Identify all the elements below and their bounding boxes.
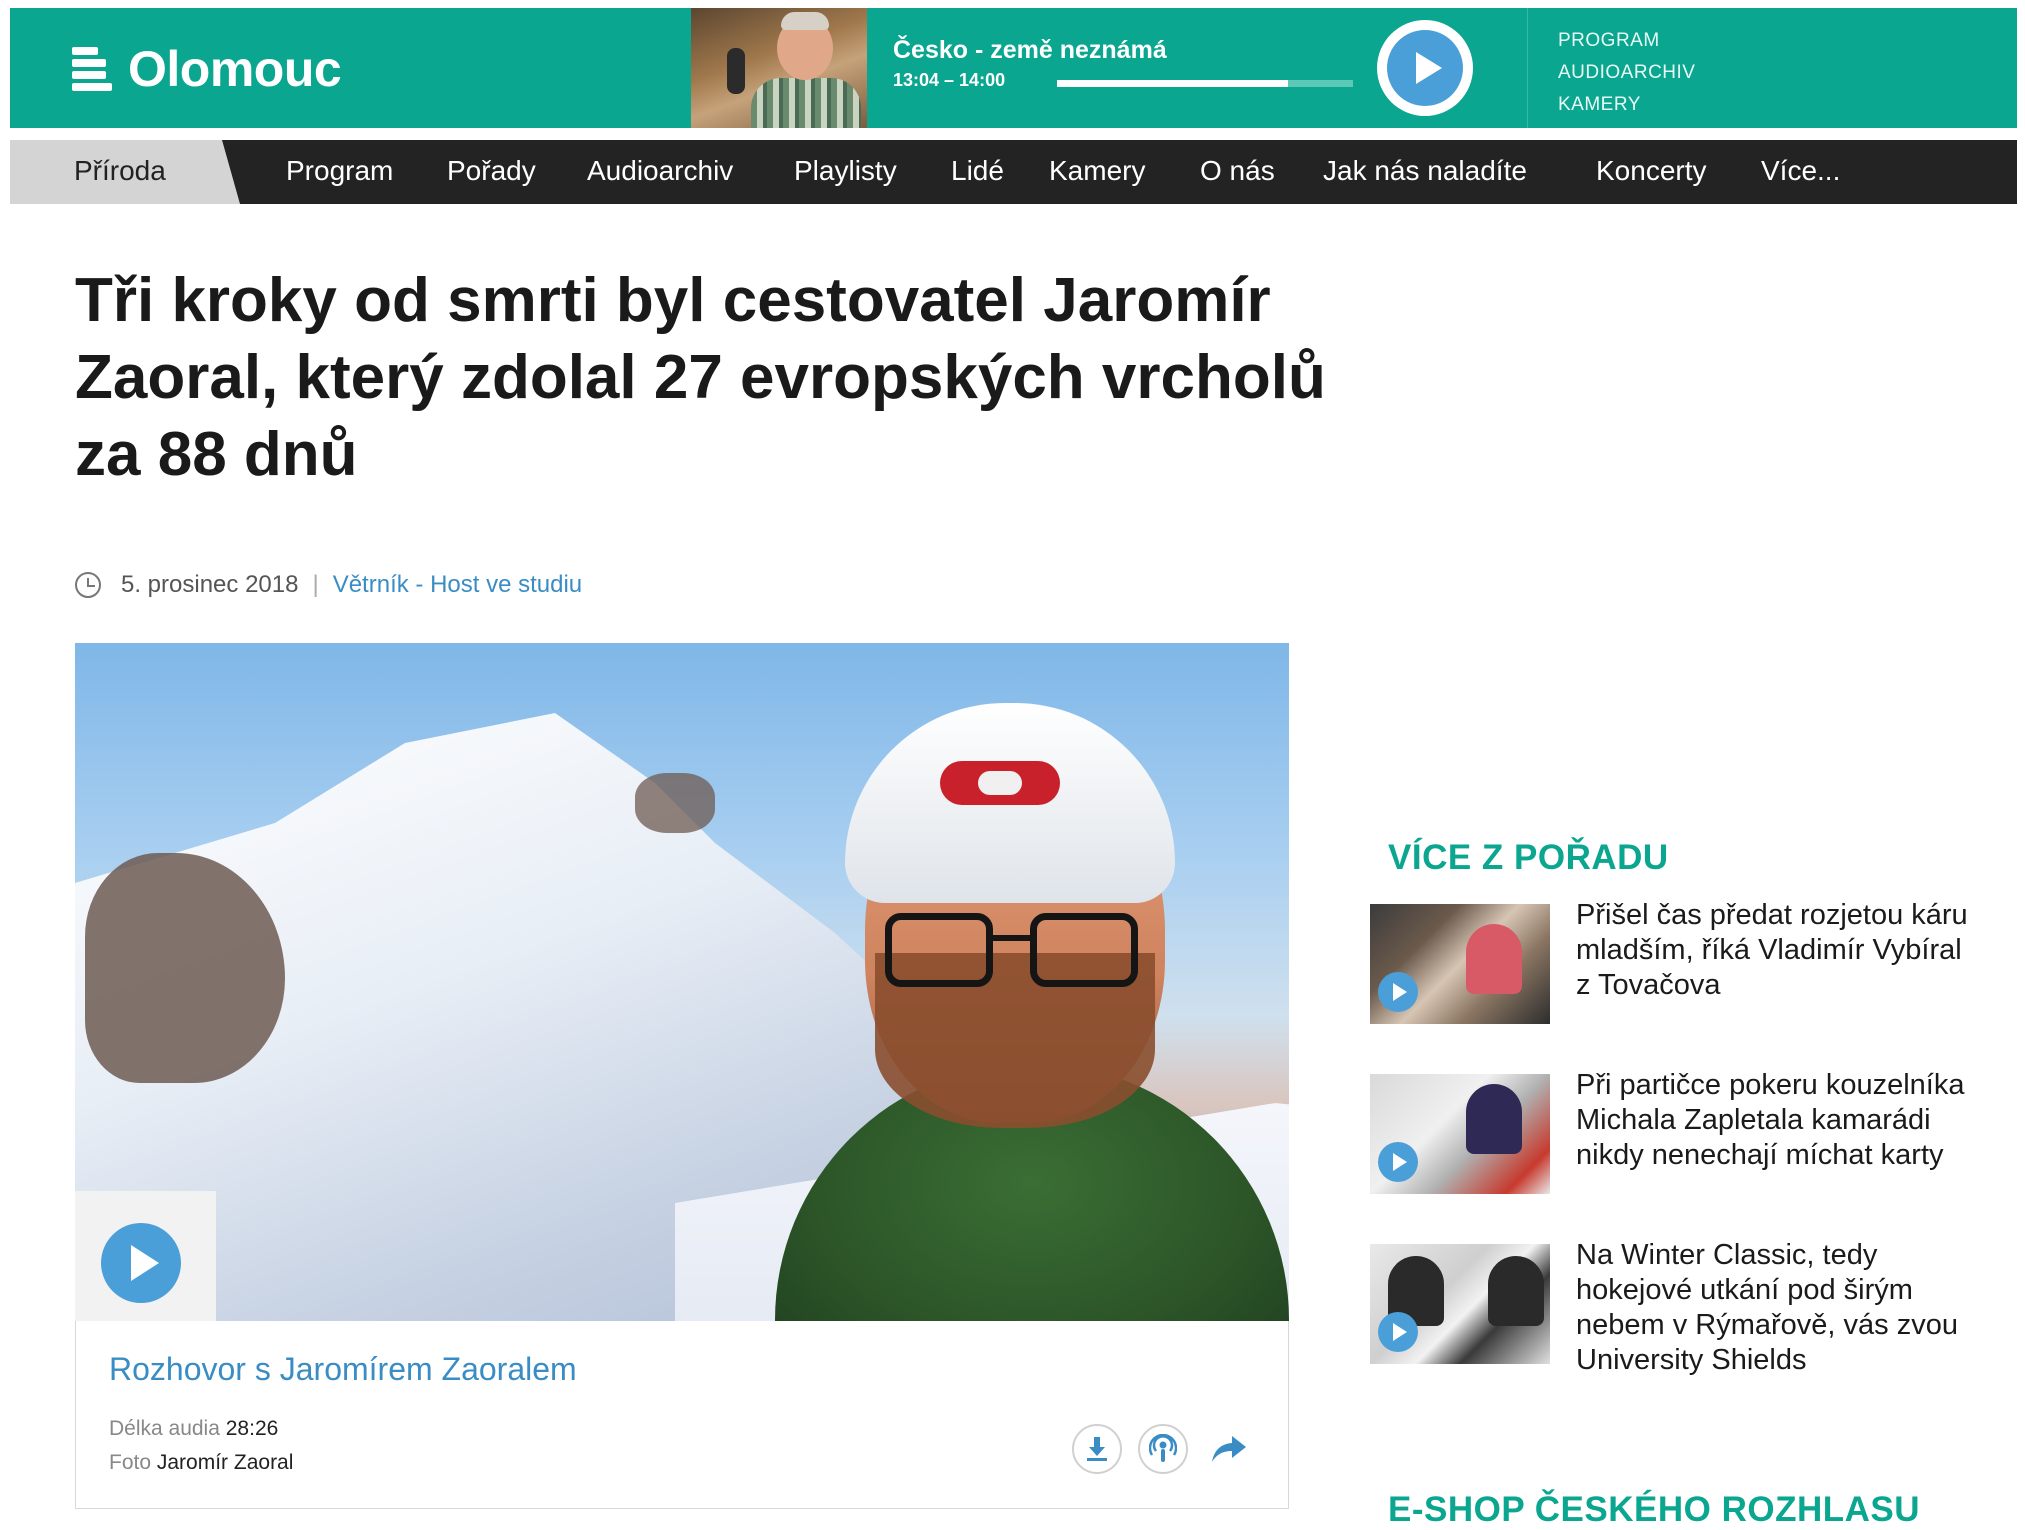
podcast-icon (1149, 1434, 1177, 1462)
related-thumbnail[interactable] (1370, 904, 1550, 1024)
photo-label: Foto (109, 1451, 152, 1474)
podcast-button[interactable] (1138, 1424, 1188, 1474)
eshop-heading[interactable]: E-SHOP ČESKÉHO ROZHLASU (1388, 1490, 1920, 1530)
audio-length-value: 28:26 (225, 1417, 279, 1440)
nav-active-label: Příroda (74, 155, 166, 186)
microphone-icon (727, 48, 745, 94)
related-item[interactable]: Přišel čas předat rozjetou káru mladším,… (1370, 899, 1980, 1034)
hero-image (75, 643, 1289, 1321)
now-playing-progress (1057, 80, 1353, 87)
audio-photo-credit: Foto Jaromír Zaoral (109, 1451, 293, 1475)
audio-title[interactable]: Rozhovor s Jaromírem Zaoralem (109, 1351, 577, 1388)
meta-separator: | (312, 571, 319, 598)
top-header: Olomouc Česko - země neznámá 13:04 – 14:… (10, 8, 2017, 128)
nav-item-porady[interactable]: Pořady (447, 155, 536, 187)
download-button[interactable] (1072, 1424, 1122, 1474)
article-title: Tři kroky od smrti byl cestovatel Jaromí… (75, 266, 1326, 489)
now-playing-title[interactable]: Česko - země neznámá (893, 36, 1167, 65)
related-item-title[interactable]: Přišel čas předat rozjetou káru mladším,… (1576, 898, 1976, 1003)
audio-play-button[interactable] (75, 1191, 216, 1321)
nav-item-playlisty[interactable]: Playlisty (794, 155, 897, 187)
main-nav: Příroda Program Pořady Audioarchiv Playl… (10, 140, 2017, 204)
related-item-title[interactable]: Na Winter Classic, tedy hokejové utkání … (1576, 1238, 1976, 1378)
play-icon (1378, 1142, 1418, 1182)
audio-info: Rozhovor s Jaromírem Zaoralem Délka audi… (75, 1321, 1289, 1509)
top-links: PROGRAM AUDIOARCHIV KAMERY (1527, 8, 2018, 128)
now-playing-time: 13:04 – 14:00 (893, 70, 1006, 90)
related-thumbnail[interactable] (1370, 1074, 1550, 1194)
related-item[interactable]: Při partičce pokeru kouzelníka Michala Z… (1370, 1069, 1980, 1204)
photo-value: Jaromír Zaoral (156, 1451, 294, 1474)
share-button[interactable] (1204, 1424, 1254, 1474)
logo-text: Olomouc (128, 41, 342, 97)
live-play-button[interactable] (1377, 20, 1473, 116)
top-link-program[interactable]: PROGRAM (1558, 30, 1660, 52)
nav-item-active[interactable]: Příroda (10, 140, 240, 204)
article-meta: 5. prosinec 2018 | Větrník - Host ve stu… (75, 568, 582, 602)
play-icon (1387, 30, 1463, 106)
related-item-title[interactable]: Při partičce pokeru kouzelníka Michala Z… (1576, 1068, 1976, 1173)
logo-icon (72, 43, 112, 95)
headlamp (940, 761, 1060, 805)
play-icon (1378, 972, 1418, 1012)
download-icon (1087, 1437, 1107, 1461)
now-playing-panel: Česko - země neznámá 13:04 – 14:00 (867, 8, 1527, 128)
top-link-audioarchiv[interactable]: AUDIOARCHIV (1558, 62, 1695, 84)
audio-length-label: Délka audia (109, 1417, 220, 1440)
nav-item-kamery[interactable]: Kamery (1049, 155, 1145, 187)
progress-fill (1057, 80, 1288, 87)
audio-length: Délka audia 28:26 (109, 1417, 278, 1441)
article-date: 5. prosinec 2018 (121, 571, 299, 598)
nav-item-jak-nas-naladite[interactable]: Jak nás naladíte (1323, 155, 1527, 187)
nav-item-o-nas[interactable]: O nás (1200, 155, 1275, 187)
play-icon (101, 1223, 181, 1303)
clock-icon (75, 572, 101, 598)
related-item[interactable]: Na Winter Classic, tedy hokejové utkání … (1370, 1239, 1980, 1376)
more-from-show-heading: VÍCE Z POŘADU (1388, 838, 1669, 877)
nav-item-program[interactable]: Program (286, 155, 393, 187)
top-link-kamery[interactable]: KAMERY (1558, 94, 1641, 116)
show-link[interactable]: Větrník - Host ve studiu (333, 571, 582, 599)
station-logo[interactable]: Olomouc (72, 36, 342, 102)
nav-item-vice[interactable]: Více... (1761, 155, 1840, 187)
nav-item-audioarchiv[interactable]: Audioarchiv (587, 155, 733, 187)
play-icon (1378, 1312, 1418, 1352)
presenter-photo (691, 8, 867, 128)
related-thumbnail[interactable] (1370, 1244, 1550, 1364)
nav-item-koncerty[interactable]: Koncerty (1596, 155, 1707, 187)
nav-item-lide[interactable]: Lidé (951, 155, 1004, 187)
share-icon (1212, 1436, 1246, 1462)
